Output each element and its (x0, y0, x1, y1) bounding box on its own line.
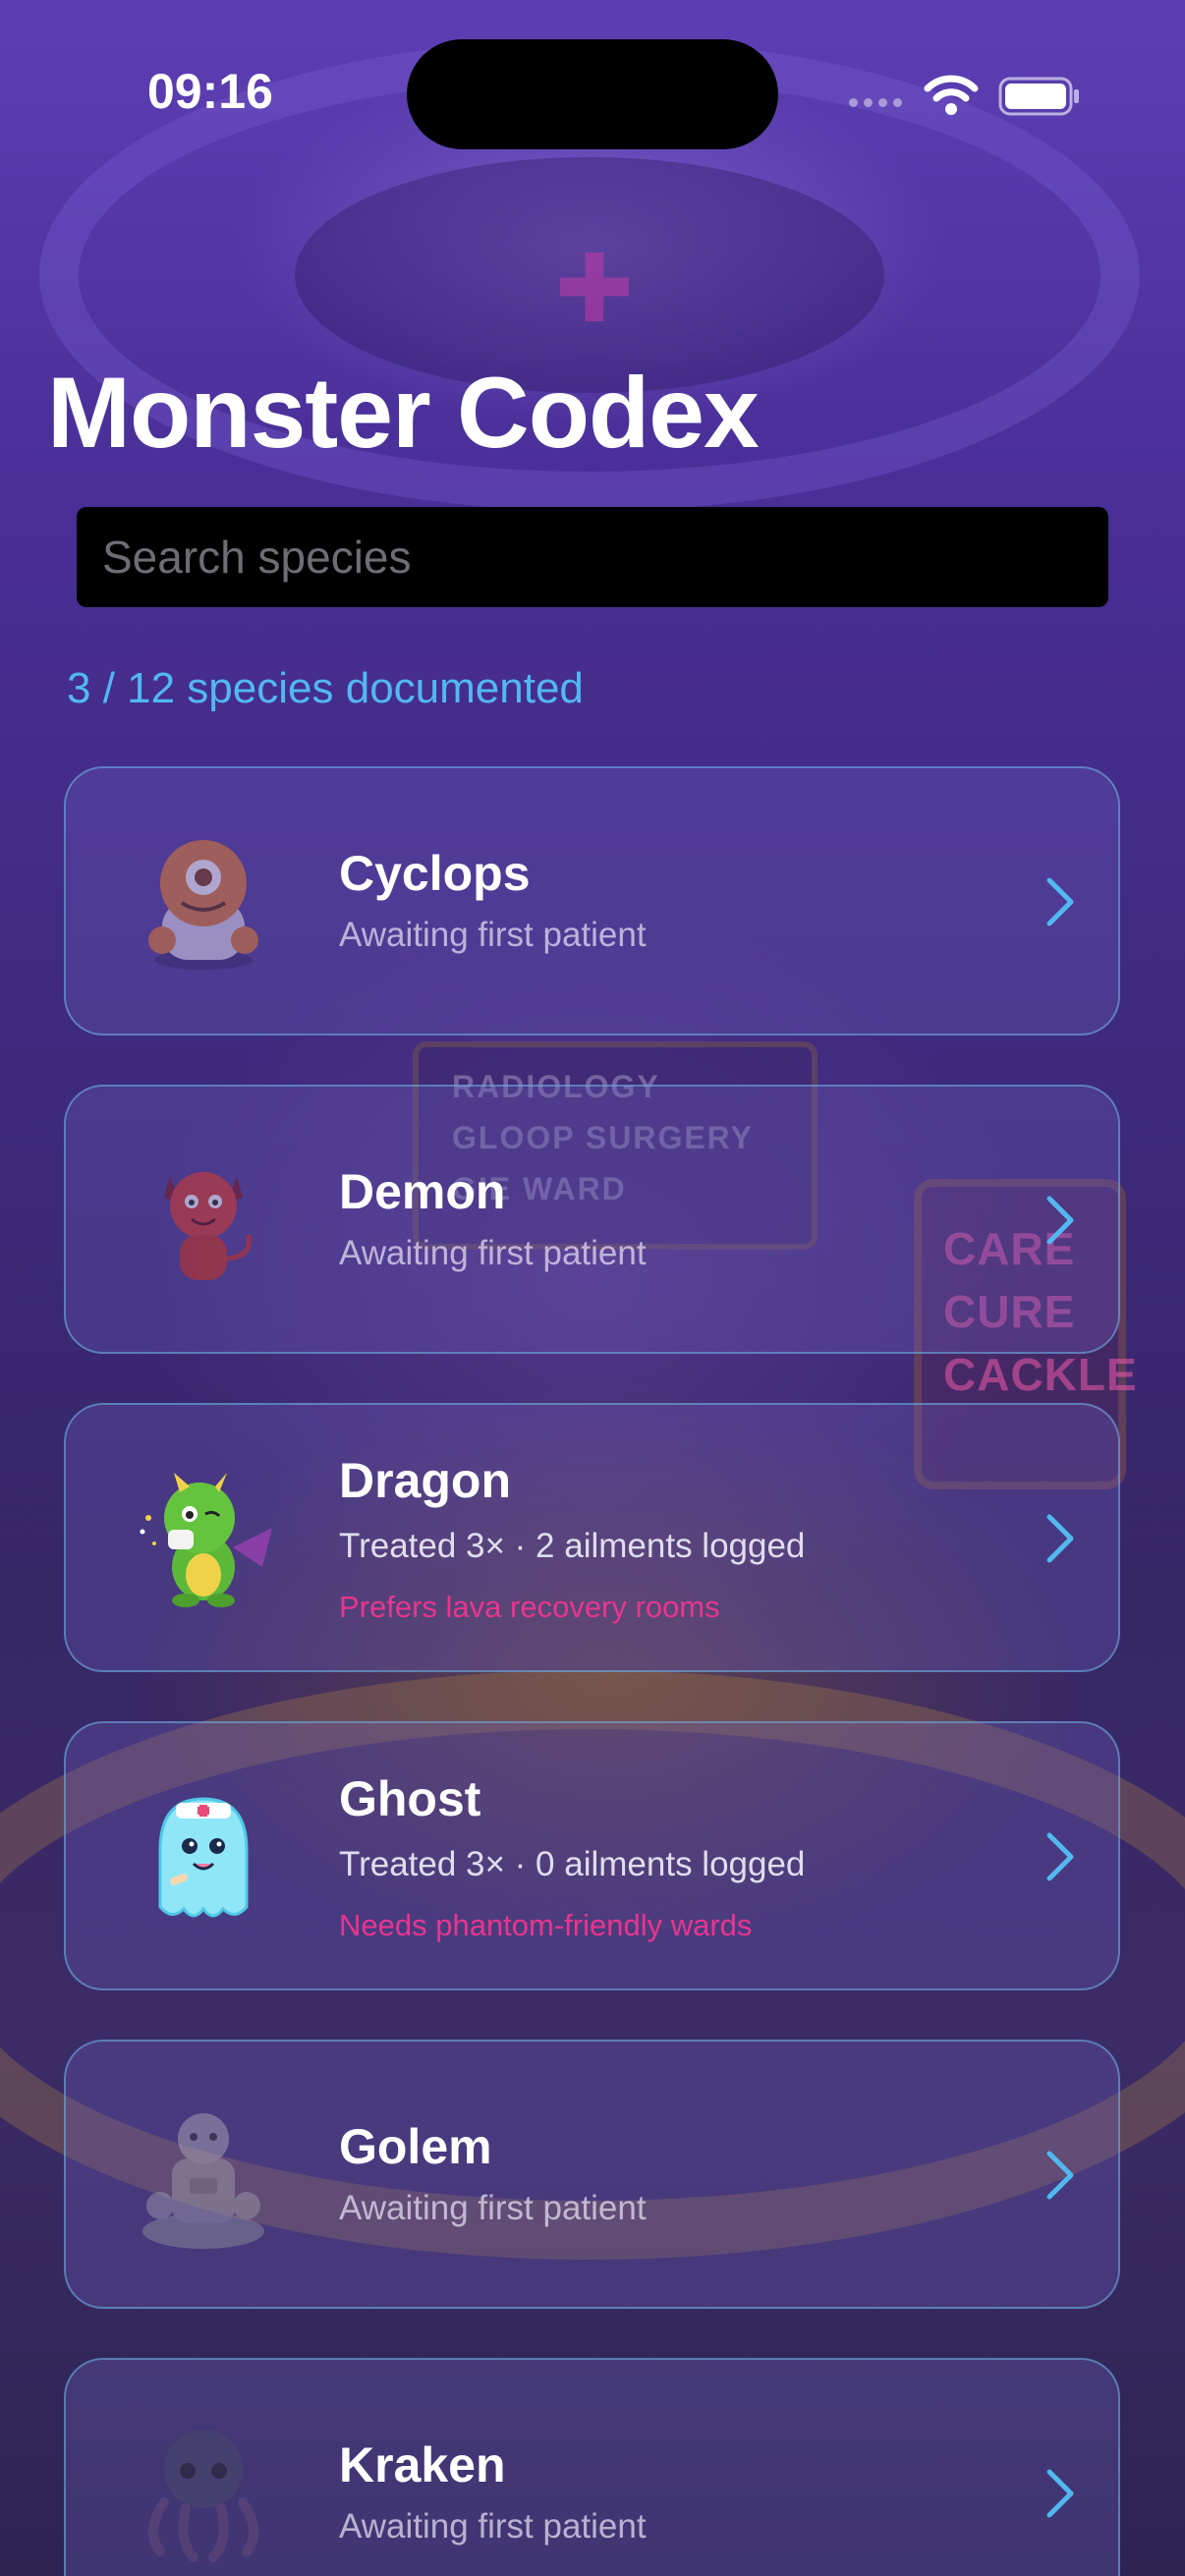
status-time: 09:16 (147, 64, 273, 119)
monster-codex-screen: ✚ RADIOLOGY GLOOP SURGERY GIE WARD CARE … (0, 0, 1185, 2576)
chevron-right-icon (1046, 1832, 1074, 1881)
chevron-right-icon (1046, 877, 1074, 926)
species-name: Cyclops (339, 846, 531, 901)
species-name: Golem (339, 2119, 492, 2174)
demon-icon (164, 1172, 253, 1280)
kraken-icon (148, 2430, 258, 2562)
background-cross-icon: ✚ (554, 237, 635, 342)
species-stats: Treated 3× · 0 ailments logged (339, 1845, 806, 1883)
page-title: Monster Codex (47, 357, 760, 469)
species-card-demon[interactable]: Demon Awaiting first patient (64, 1085, 1120, 1354)
species-name: Demon (339, 1164, 506, 1219)
species-status: Awaiting first patient (339, 2189, 647, 2227)
species-care-note: Prefers lava recovery rooms (339, 1590, 720, 1624)
cellular-signal-icon (849, 98, 908, 110)
dynamic-island (407, 39, 778, 149)
species-card-dragon[interactable]: Dragon Treated 3× · 2 ailments logged Pr… (64, 1403, 1120, 1672)
dragon-icon (140, 1473, 272, 1607)
background-care-text: CACKLE (943, 1349, 1138, 1400)
species-card-cyclops[interactable]: Cyclops Awaiting first patient (64, 766, 1120, 1036)
chevron-right-icon (1046, 1196, 1074, 1245)
cyclops-icon (148, 840, 258, 970)
species-name: Ghost (339, 1771, 481, 1826)
chevron-right-icon (1046, 1514, 1074, 1563)
species-card-kraken[interactable]: Kraken Awaiting first patient (64, 2358, 1120, 2576)
species-care-note: Needs phantom-friendly wards (339, 1908, 753, 1942)
search-field[interactable] (77, 506, 1108, 608)
species-stats: Treated 3× · 2 ailments logged (339, 1527, 806, 1565)
species-card-ghost[interactable]: Ghost Treated 3× · 0 ailments logged Nee… (64, 1721, 1120, 1990)
species-status: Awaiting first patient (339, 1234, 647, 1272)
species-name: Dragon (339, 1453, 511, 1508)
battery-icon (998, 77, 1079, 116)
ghost-icon (158, 1797, 249, 1918)
species-name: Kraken (339, 2437, 506, 2492)
species-status: Awaiting first patient (339, 916, 647, 954)
wifi-icon (924, 75, 979, 115)
species-count-label: 3 / 12 species documented (67, 664, 584, 712)
species-card-golem[interactable]: Golem Awaiting first patient (64, 2040, 1120, 2309)
chevron-right-icon (1046, 2469, 1074, 2518)
chevron-right-icon (1046, 2151, 1074, 2200)
search-input[interactable] (100, 506, 1085, 608)
species-status: Awaiting first patient (339, 2507, 647, 2546)
golem-icon (142, 2113, 264, 2249)
